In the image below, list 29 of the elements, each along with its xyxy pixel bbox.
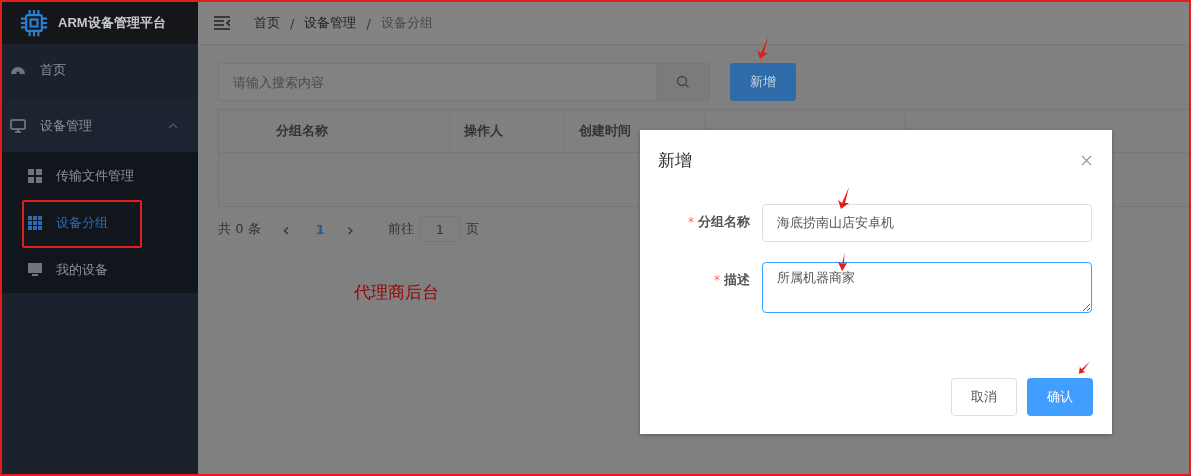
- menu-item[interactable]: 首页: [2, 44, 198, 96]
- menu-item[interactable]: 我的设备: [2, 246, 198, 293]
- breadcrumb-link[interactable]: 首页: [254, 14, 280, 32]
- confirm-button[interactable]: 确认: [1027, 378, 1093, 416]
- breadcrumb-separator: /: [366, 15, 371, 31]
- field-label: 描述: [724, 271, 750, 289]
- menu-item[interactable]: 设备分组: [2, 199, 198, 246]
- menu-item[interactable]: 传输文件管理: [2, 152, 198, 199]
- add-button[interactable]: 新增: [730, 63, 796, 101]
- column-header: 创建时间: [579, 122, 631, 140]
- page-input[interactable]: 1: [420, 216, 460, 242]
- next-page-button[interactable]: ›: [346, 218, 354, 240]
- column-header: 分组名称: [276, 122, 328, 140]
- description-field[interactable]: 所属机器商家: [762, 262, 1092, 313]
- breadcrumb-link[interactable]: 设备管理: [304, 14, 357, 32]
- logo-text: ARM设备管理平台: [58, 14, 166, 32]
- annotation-text: 代理商后台: [354, 281, 439, 304]
- required-mark: *: [688, 215, 694, 229]
- prev-page-button[interactable]: ‹: [282, 218, 290, 240]
- total-count: 共 0 条: [218, 220, 261, 238]
- required-mark: *: [714, 273, 720, 287]
- dialog-title: 新增: [658, 148, 692, 172]
- page-unit: 页: [466, 220, 479, 238]
- field-label: 分组名称: [698, 213, 750, 231]
- name-field[interactable]: 海底捞南山店安卓机: [762, 204, 1092, 242]
- column-header: 操作人: [464, 122, 503, 140]
- cancel-button[interactable]: 取消: [951, 378, 1017, 416]
- breadcrumb-separator: /: [290, 15, 295, 31]
- goto-label: 前往: [388, 220, 414, 238]
